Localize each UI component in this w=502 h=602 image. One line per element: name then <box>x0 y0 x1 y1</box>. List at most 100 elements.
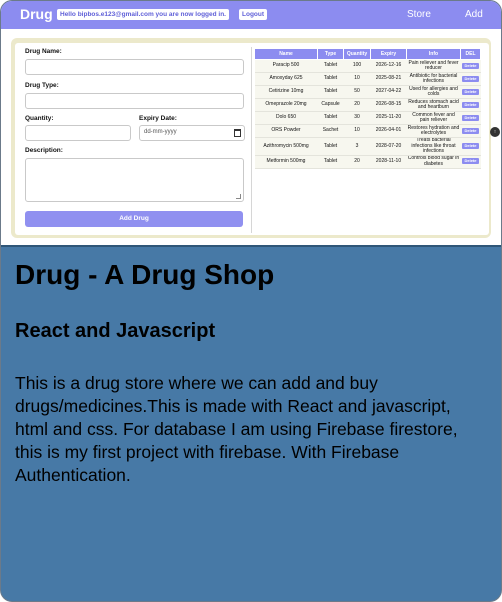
cell-delete: Delete <box>460 124 481 138</box>
cell-type: Tablet <box>317 72 344 86</box>
table-row: Metformin 500mg Tablet 20 2028-11-10 Con… <box>254 155 481 169</box>
cell-type: Tablet <box>317 59 344 73</box>
drug-type-label: Drug Type: <box>25 82 59 89</box>
cell-delete: Delete <box>460 111 481 125</box>
quantity-label: Quantity: <box>25 115 54 122</box>
cell-info: Reduces stomach acid and heartburn <box>406 98 461 112</box>
cell-type: Sachet <box>317 124 344 138</box>
delete-button[interactable]: Delete <box>462 114 479 121</box>
cell-info: Controls blood sugar in diabetes <box>406 155 461 169</box>
header-name: Name <box>254 48 318 60</box>
cell-info: Pain reliever and fever reducer <box>406 59 461 73</box>
cell-type: Tablet <box>317 155 344 169</box>
nav-add-link[interactable]: Add <box>465 9 483 20</box>
quantity-input[interactable] <box>25 125 131 141</box>
header-quantity: Quantity <box>343 48 371 60</box>
cell-expiry: 2026-04-01 <box>370 124 407 138</box>
cell-expiry: 2025-08-21 <box>370 72 407 86</box>
cell-expiry: 2026-12-16 <box>370 59 407 73</box>
readme-card: Drug Hello bipbos.e123@gmail.com you are… <box>0 0 502 602</box>
cell-name: ORS Powder <box>254 124 318 138</box>
cell-quantity: 10 <box>343 124 371 138</box>
cell-name: Amoxyday 625 <box>254 72 318 86</box>
cell-expiry: 2028-11-10 <box>370 155 407 169</box>
cell-quantity: 3 <box>343 137 371 156</box>
login-status-badge: Hello bipbos.e123@gmail.com you are now … <box>57 9 229 20</box>
cell-name: Paracip 500 <box>254 59 318 73</box>
cell-info: Used for allergies and colds <box>406 85 461 99</box>
delete-button[interactable]: Delete <box>462 75 479 82</box>
delete-button[interactable]: Delete <box>462 127 479 134</box>
cell-quantity: 50 <box>343 85 371 99</box>
cell-info: Treats bacterial infections like throat … <box>406 137 461 156</box>
table-header-row: Name Type Quantity Expiry Info DEL <box>254 48 481 60</box>
add-drug-button[interactable]: Add Drug <box>25 211 243 227</box>
cell-expiry: 2028-07-20 <box>370 137 407 156</box>
table-row: Paracip 500 Tablet 100 2026-12-16 Pain r… <box>254 59 481 73</box>
cell-type: Tablet <box>317 85 344 99</box>
expiry-date-input[interactable]: dd-mm-yyyy <box>139 125 245 141</box>
cell-delete: Delete <box>460 98 481 112</box>
cell-delete: Delete <box>460 85 481 99</box>
page-subtitle: React and Javascript <box>15 320 216 342</box>
app-screenshot: Drug Hello bipbos.e123@gmail.com you are… <box>1 1 501 245</box>
drugs-table: Name Type Quantity Expiry Info DEL Parac… <box>254 48 481 169</box>
cell-delete: Delete <box>460 155 481 169</box>
table-row: Omeprazole 20mg Capsule 20 2026-08-15 Re… <box>254 98 481 112</box>
cell-type: Tablet <box>317 137 344 156</box>
cell-quantity: 30 <box>343 111 371 125</box>
cell-expiry: 2025-11-20 <box>370 111 407 125</box>
table-row: Dolo 650 Tablet 30 2025-11-20 Common fev… <box>254 111 481 125</box>
delete-button[interactable]: Delete <box>462 88 479 95</box>
cell-delete: Delete <box>460 72 481 86</box>
cell-info: Antibiotic for bacterial infections <box>406 72 461 86</box>
resize-handle-icon[interactable] <box>236 194 241 199</box>
drug-name-label: Drug Name: <box>25 48 62 55</box>
header-delete: DEL <box>460 48 481 60</box>
header-type: Type <box>317 48 344 60</box>
screenshot-divider <box>1 245 501 247</box>
cell-name: Cetirizine 10mg <box>254 85 318 99</box>
navbar: Drug Hello bipbos.e123@gmail.com you are… <box>1 1 501 29</box>
delete-button[interactable]: Delete <box>462 62 479 69</box>
cell-info: Common fever and pain reliever <box>406 111 461 125</box>
table-row: Cetirizine 10mg Tablet 50 2027-04-22 Use… <box>254 85 481 99</box>
expiry-date-placeholder: dd-mm-yyyy <box>144 129 177 135</box>
cell-expiry: 2026-08-15 <box>370 98 407 112</box>
table-row: Azithromycin 500mg Tablet 3 2028-07-20 T… <box>254 137 481 156</box>
cell-quantity: 10 <box>343 72 371 86</box>
table-row: Amoxyday 625 Tablet 10 2025-08-21 Antibi… <box>254 72 481 86</box>
scroll-top-button[interactable]: ↑ <box>490 127 500 137</box>
column-divider <box>251 47 252 233</box>
project-description: This is a drug store where we can add an… <box>15 373 458 485</box>
header-expiry: Expiry <box>370 48 407 60</box>
cell-info: Restores hydration and electrolytes <box>406 124 461 138</box>
expiry-date-label: Expiry Date: <box>139 115 177 122</box>
cell-quantity: 20 <box>343 98 371 112</box>
description-textarea[interactable] <box>25 158 244 202</box>
cell-name: Dolo 650 <box>254 111 318 125</box>
cell-quantity: 100 <box>343 59 371 73</box>
cell-name: Omeprazole 20mg <box>254 98 318 112</box>
cell-type: Capsule <box>317 98 344 112</box>
logout-button[interactable]: Logout <box>239 9 268 20</box>
delete-button[interactable]: Delete <box>462 158 479 165</box>
calendar-icon[interactable] <box>234 129 241 137</box>
cell-quantity: 20 <box>343 155 371 169</box>
delete-button[interactable]: Delete <box>462 101 479 108</box>
cell-name: Azithromycin 500mg <box>254 137 318 156</box>
cell-delete: Delete <box>460 59 481 73</box>
cell-delete: Delete <box>460 137 481 156</box>
table-row: ORS Powder Sachet 10 2026-04-01 Restores… <box>254 124 481 138</box>
header-info: Info <box>406 48 461 60</box>
brand-logo[interactable]: Drug <box>20 6 53 22</box>
cell-name: Metformin 500mg <box>254 155 318 169</box>
cell-type: Tablet <box>317 111 344 125</box>
drug-name-input[interactable] <box>25 59 244 75</box>
cell-expiry: 2027-04-22 <box>370 85 407 99</box>
page-title: Drug - A Drug Shop <box>15 259 275 290</box>
nav-store-link[interactable]: Store <box>407 9 431 20</box>
delete-button[interactable]: Delete <box>462 143 479 149</box>
description-label: Description: <box>25 147 63 154</box>
drug-type-input[interactable] <box>25 93 244 109</box>
